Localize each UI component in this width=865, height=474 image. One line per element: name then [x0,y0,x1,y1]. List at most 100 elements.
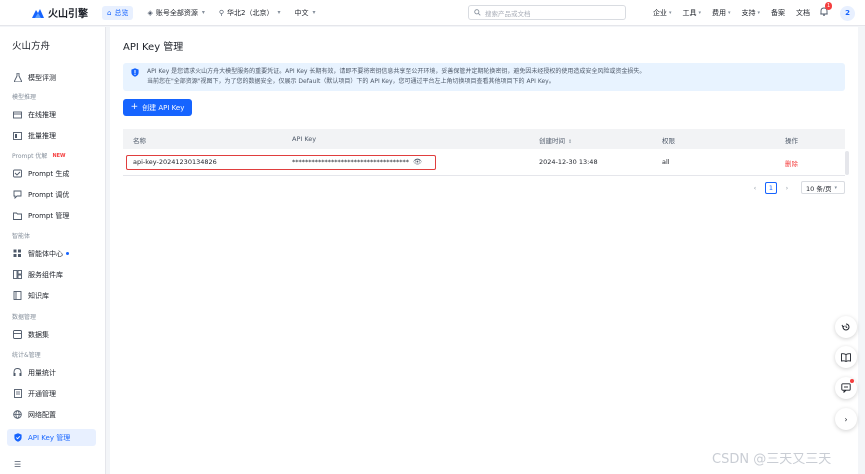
open-book-icon [841,352,851,362]
nav-filing[interactable]: 备案 [771,8,785,18]
docs-button[interactable] [835,346,857,368]
sidebar-item-label: Prompt 管理 [28,211,70,220]
history-button[interactable] [835,316,857,338]
create-api-key-label: 创建 API Key [142,103,185,112]
sidebar-group-agents: 智能体 [12,233,31,240]
sidebar-group-prompt: Prompt 优解 NEW [12,151,66,161]
sidebar-item-datasets[interactable]: 数据集 [7,326,96,343]
book-icon [13,291,22,300]
nav-billing-label: 费用 [711,9,726,17]
doc-icon [13,389,22,398]
sidebar-item-usage-stats[interactable]: 用量统计 [7,364,96,381]
nav-support-label: 支持 [741,9,756,17]
network-icon [13,410,22,419]
sidebar-item-label: 网络配置 [28,410,56,419]
component-icon [13,270,22,279]
sidebar-item-knowledge-base[interactable]: 知识库 [7,287,96,304]
sidebar-item-label: API Key 管理 [28,433,71,442]
sidebar-item-label: 数据集 [28,330,49,339]
table-header: 名称 API Key 创建时间 ⇕ 权限 操作 [123,129,845,149]
sidebar-item-prompt-manage[interactable]: Prompt 管理 [7,207,96,224]
account-scope-selector[interactable]: ◈ 账号全部资源 ▾ [147,8,204,18]
sidebar-item-label: Prompt 调优 [28,190,70,199]
collapse-sidebar-icon[interactable]: ☰ [14,460,21,469]
chevron-down-icon: ▾ [698,10,701,16]
region-selector[interactable]: ⚲ 华北2（北京） ▾ [219,8,281,18]
nav-docs-label: 文档 [796,9,810,17]
feedback-button[interactable] [835,377,857,399]
cloud-icon [13,110,22,119]
sidebar-item-api-key-management[interactable]: API Key 管理 [7,429,96,446]
sidebar-item-label: 在线推理 [28,110,56,119]
chevron-down-icon: ▾ [201,9,205,16]
create-api-key-button[interactable]: + 创建 API Key [123,99,192,116]
layers-icon: ◈ [147,8,153,17]
main-content: API Key 管理 API Key 是您请求火山方舟大模型服务的重要凭证。AP… [106,27,865,474]
unread-dot [850,379,854,383]
page-number-button[interactable]: 1 [765,182,777,194]
sidebar-item-network-config[interactable]: 网络配置 [7,406,96,423]
content-card: API Key 管理 API Key 是您请求火山方舟大模型服务的重要凭证。AP… [110,27,858,474]
sidebar-item-label: 批量推理 [28,131,56,140]
home-button[interactable]: ⌂ 总览 [102,5,134,20]
notification-count-badge: 1 [825,2,833,10]
home-label: 总览 [114,8,129,17]
language-selector[interactable]: 中文 ▾ [294,8,315,18]
notification-button[interactable]: 1 [820,2,833,19]
search-icon [474,9,481,16]
column-header-created[interactable]: 创建时间 ⇕ [539,135,572,145]
sidebar-item-component-library[interactable]: 服务组件库 [7,266,96,283]
nav-enterprise[interactable]: 企业 ▾ [653,8,672,18]
sidebar-item-prompt-generate[interactable]: Prompt 生成 [7,165,96,182]
column-header-created-label: 创建时间 [539,137,565,145]
sidebar-item-label: 智能体中心 [28,249,63,258]
sidebar-item-batch-inference[interactable]: 批量推理 [7,127,96,144]
chevron-down-icon: ▾ [277,9,281,16]
sidebar-item-label: Prompt 生成 [28,169,70,178]
alert-line-2: 当前您在"全部资源"视图下，为了您的数据安全，仅展示 Default（默认项目）… [147,78,555,85]
sidebar-item-label: 服务组件库 [28,270,63,279]
chevron-down-icon: ▾ [668,10,672,16]
nav-support[interactable]: 支持 ▾ [741,8,760,18]
product-title: 火山方舟 [12,41,51,52]
delete-link[interactable]: 删除 [785,158,798,168]
batch-icon [13,131,22,140]
watermark: CSDN @三天又三天 [712,452,832,467]
expand-panel-button[interactable]: › [835,408,857,430]
sidebar-item-online-inference[interactable]: 在线推理 [7,106,96,123]
nav-docs[interactable]: 文档 [796,8,810,18]
volcano-logo-icon [32,8,44,18]
sidebar-item-prompt-tune[interactable]: Prompt 调优 [7,186,96,203]
sidebar-group-inference: 模型推理 [12,94,37,101]
nav-billing[interactable]: 费用 ▾ [712,8,731,18]
chevron-down-icon: ▾ [312,9,316,16]
shield-icon [13,433,22,442]
sidebar-item-label: 开通管理 [28,389,56,398]
pagination: ‹ 1 › [749,181,793,195]
page-size-label: 10 条/页 [806,184,832,193]
column-header-name: 名称 [133,137,146,145]
brand-logo[interactable]: 火山引擎 [32,5,88,20]
next-page-button[interactable]: › [781,182,793,194]
language-label: 中文 [294,8,309,17]
column-header-api-key: API Key [292,135,317,143]
column-header-actions: 操作 [785,137,798,145]
nav-tools[interactable]: 工具 ▾ [682,8,701,18]
api-key-permission: all [662,158,670,166]
user-avatar[interactable]: 2 [840,5,855,21]
row-highlight-annotation [126,155,436,170]
search-input[interactable]: 搜索产品或文档 [468,5,626,20]
tune-icon [13,190,22,199]
page-title: API Key 管理 [123,42,184,53]
sidebar-item-label: 用量统计 [28,368,56,377]
api-key-created-time: 2024-12-30 13:48 [539,158,598,166]
sidebar-item-agent-center[interactable]: 智能体中心 [7,245,96,262]
folder-icon [13,211,22,220]
info-shield-icon [131,68,139,77]
sidebar-item-model-eval[interactable]: 模型评测 [7,69,96,86]
column-header-permission: 权限 [662,137,675,145]
sidebar-item-activation[interactable]: 开通管理 [7,385,96,402]
prev-page-button[interactable]: ‹ [749,182,761,194]
table-scrollbar[interactable] [845,151,849,175]
page-size-selector[interactable]: 10 条/页 ▾ [801,181,845,194]
